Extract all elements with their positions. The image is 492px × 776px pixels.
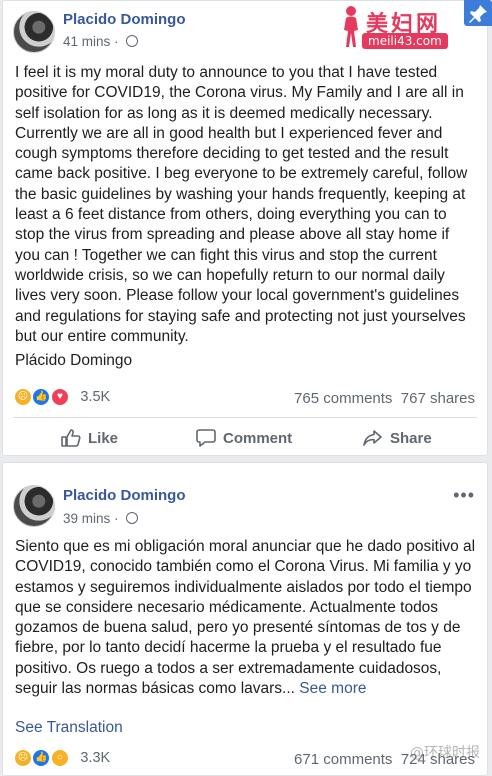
comment-label: Comment xyxy=(223,429,293,447)
time-separator: · xyxy=(114,511,119,526)
globe-icon xyxy=(126,512,139,524)
woman-silhouette-icon xyxy=(344,6,358,47)
pin-icon[interactable] xyxy=(464,0,492,26)
post-body: I feel it is my moral duty to announce t… xyxy=(15,64,468,345)
post-time[interactable]: 41 mins xyxy=(63,34,110,49)
like-button[interactable]: Like xyxy=(61,429,118,447)
like-reaction-icon: 👍 xyxy=(31,387,52,407)
sad-reaction-icon: ☹ xyxy=(13,387,33,407)
post-signature: Plácido Domingo xyxy=(15,352,133,369)
reactions-count: 3.5K xyxy=(80,389,111,405)
divider xyxy=(13,417,477,418)
post-body: Siento que es mi obligación moral anunci… xyxy=(15,537,477,699)
thumbs-up-icon xyxy=(61,429,81,447)
globe-icon xyxy=(126,35,139,47)
reactions-summary[interactable]: ☹ 👍 ♥ 3.5K xyxy=(13,387,110,409)
post-time[interactable]: 39 mins xyxy=(63,511,110,526)
weibo-watermark: @环球时报 xyxy=(410,745,480,761)
watermark-site: meili43.com xyxy=(362,33,448,49)
shares-count[interactable]: 767 shares xyxy=(401,390,475,407)
translation-row: See Translation xyxy=(15,718,477,738)
comment-icon xyxy=(196,429,216,447)
post-timestamp: 41 mins · xyxy=(63,34,139,49)
post-author[interactable]: Placido Domingo xyxy=(63,11,186,28)
share-icon xyxy=(363,430,382,446)
comments-count[interactable]: 765 comments xyxy=(294,390,392,407)
post-body-text: Siento que es mi obligación moral anunci… xyxy=(15,538,476,698)
love-reaction-icon: ♥ xyxy=(49,387,70,407)
see-more-link[interactable]: See more xyxy=(299,680,366,697)
avatar[interactable] xyxy=(13,11,55,53)
post-stats: 765 comments 767 shares xyxy=(294,390,475,407)
more-options-icon[interactable]: ••• xyxy=(453,486,475,504)
site-watermark-logo: 美妇网 meili43.com xyxy=(340,2,476,54)
comment-button[interactable]: Comment xyxy=(196,429,292,447)
avatar[interactable] xyxy=(13,485,55,527)
share-label: Share xyxy=(390,429,432,447)
wow-reaction-icon: ○ xyxy=(49,748,70,768)
time-separator: · xyxy=(114,34,119,49)
post-author[interactable]: Placido Domingo xyxy=(63,487,186,504)
comments-count[interactable]: 671 comments xyxy=(294,751,392,768)
reactions-count: 3.3K xyxy=(80,750,111,766)
like-reaction-icon: 👍 xyxy=(31,748,52,768)
see-translation-link[interactable]: See Translation xyxy=(15,719,123,736)
like-label: Like xyxy=(88,429,119,447)
sad-reaction-icon: ☹ xyxy=(13,748,33,768)
reactions-summary[interactable]: ☹ 👍 ○ 3.3K xyxy=(13,748,110,770)
post-card: Placido Domingo 39 mins · ••• Siento que… xyxy=(2,462,488,776)
post-timestamp: 39 mins · xyxy=(63,511,139,526)
post-card: Placido Domingo 41 mins · I feel it is m… xyxy=(2,0,488,456)
share-button[interactable]: Share xyxy=(363,429,432,447)
